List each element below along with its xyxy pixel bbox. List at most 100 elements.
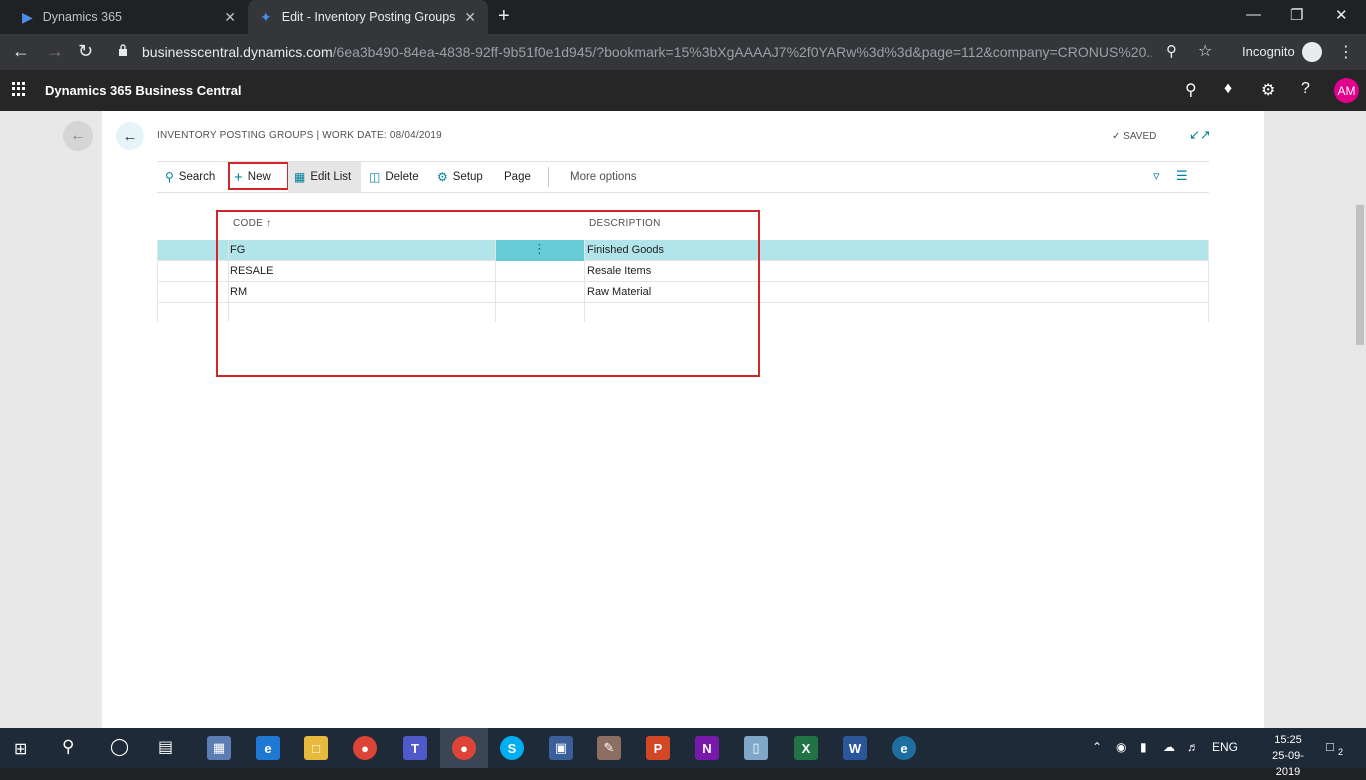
volume-icon[interactable]: ♬ — [1187, 740, 1199, 754]
filter-icon[interactable]: ▿ — [1153, 168, 1160, 184]
teams-icon[interactable]: T — [403, 736, 427, 760]
word-icon[interactable]: W — [843, 736, 867, 760]
action-bar: ⚲ Search + New ▦ Edit List ◫ Delete ⚙ Setup P… — [157, 161, 1209, 193]
search-icon[interactable]: ⚲ — [1185, 80, 1197, 100]
search-action[interactable]: ⚲ Search — [165, 162, 215, 192]
help-icon[interactable]: ? — [1301, 80, 1310, 98]
setup-label: Setup — [452, 171, 483, 183]
search-icon: ⚲ — [165, 170, 174, 184]
wifi-icon[interactable]: ◉ — [1116, 740, 1126, 754]
page-menu[interactable]: Page — [504, 162, 531, 192]
close-window-icon[interactable]: ✕ — [1335, 6, 1348, 24]
edit-list-icon: ▦ — [294, 170, 306, 184]
onenote-icon[interactable]: N — [695, 736, 719, 760]
action-center-icon[interactable]: □ — [1326, 739, 1334, 754]
setup-gears-icon: ⚙ — [437, 170, 448, 184]
setup-menu[interactable]: ⚙ Setup — [437, 162, 483, 192]
app-bar: Dynamics 365 Business Central ⚲ ♦ ⚙ ? AM — [0, 70, 1366, 111]
action-separator — [548, 167, 549, 187]
business-central-logo-icon: ✦ — [260, 8, 272, 25]
settings-gear-icon[interactable]: ⚙ — [1261, 80, 1275, 100]
zoom-search-icon[interactable]: ⚲ — [1166, 42, 1177, 60]
collapse-icon[interactable]: ↙↗ — [1189, 127, 1211, 143]
chrome-icon[interactable]: ● — [353, 736, 377, 760]
incognito-icon[interactable] — [1302, 42, 1322, 62]
reload-icon[interactable]: ↻ — [78, 41, 93, 62]
more-options-button[interactable]: More options — [570, 162, 636, 192]
browser-toolbar: ← → ↻ businesscentral.dynamics.com/6ea3b… — [0, 34, 1366, 70]
restore-icon[interactable]: ❐ — [1290, 6, 1303, 24]
page-scroll-thumb[interactable] — [1356, 205, 1364, 345]
user-avatar[interactable]: AM — [1334, 78, 1359, 103]
show-hidden-icons-icon[interactable]: ⌃ — [1092, 740, 1102, 754]
excel-icon[interactable]: X — [794, 736, 818, 760]
saved-status: ✓ SAVED — [1112, 131, 1156, 142]
clock-date: 25-09-2019 — [1272, 750, 1304, 778]
clock-time: 15:25 — [1274, 734, 1302, 746]
back-button-icon[interactable]: ← — [116, 122, 144, 150]
battery-icon[interactable]: ▮ — [1140, 740, 1147, 754]
forward-arrow-icon[interactable]: → — [46, 41, 64, 62]
browser-tab-inventory[interactable]: ✦ Edit - Inventory Posting Groups - ✕ — [248, 0, 488, 34]
page-scrollbar[interactable] — [1354, 111, 1366, 728]
paint-icon[interactable]: ✎ — [597, 736, 621, 760]
close-tab-icon[interactable]: ✕ — [224, 9, 236, 26]
grid-highlight-box — [216, 210, 760, 377]
edit-list-button[interactable]: ▦ Edit List — [288, 162, 362, 192]
url-path: /6ea3b490-84ea-4838-92ff-9b51f0e1d945/?b… — [332, 44, 1152, 60]
checkmark-icon: ✓ — [1112, 131, 1124, 142]
notifications-bell-icon[interactable]: ♦ — [1224, 80, 1232, 98]
onedrive-icon[interactable]: ☁ — [1163, 740, 1175, 754]
remote-desktop-icon[interactable]: ▦ — [207, 736, 231, 760]
minimize-icon[interactable]: — — [1246, 6, 1261, 23]
url-host: businesscentral.dynamics.com — [142, 44, 333, 60]
task-view-icon[interactable]: ▤ — [158, 737, 173, 757]
app-launcher-icon[interactable] — [12, 82, 26, 96]
powerpoint-icon[interactable]: P — [646, 736, 670, 760]
edit-list-label: Edit List — [310, 171, 352, 183]
windows-taskbar: ⊞ ⚲ ◯ ▤ ▦ e □ ● T ● S ▣ ✎ P N ▯ X W e ⌃ … — [0, 728, 1366, 778]
grid-divider — [157, 240, 158, 322]
trash-icon: ◫ — [369, 170, 381, 184]
windows-start-icon[interactable]: ⊞ — [14, 739, 27, 759]
more-options-label: More options — [570, 171, 637, 183]
chrome-menu-icon[interactable]: ⋮ — [1338, 42, 1354, 62]
delete-button[interactable]: ◫ Delete — [369, 162, 419, 192]
notification-count: 2 — [1338, 747, 1344, 757]
browser-tab-title: Edit - Inventory Posting Groups - — [281, 10, 457, 24]
language-indicator[interactable]: ENG — [1212, 740, 1238, 754]
list-page-card: ← INVENTORY POSTING GROUPS | WORK DATE: … — [102, 111, 1264, 728]
edge-browser-icon[interactable]: e — [256, 736, 280, 760]
grid-divider — [1208, 240, 1209, 322]
new-highlight-box — [228, 162, 289, 190]
app-title[interactable]: Dynamics 365 Business Central — [45, 83, 242, 98]
url-text: businesscentral.dynamics.com/6ea3b490-84… — [142, 44, 1152, 60]
saved-label: SAVED — [1123, 131, 1157, 142]
page-menu-label: Page — [504, 171, 531, 183]
new-tab-icon[interactable]: + — [498, 5, 510, 28]
address-bar[interactable]: businesscentral.dynamics.com/6ea3b490-84… — [108, 38, 1224, 66]
outer-back-button-icon[interactable]: ← — [63, 121, 93, 151]
system-clock[interactable]: 15:25 25-09-2019 — [1262, 732, 1314, 780]
taskbar-search-icon[interactable]: ⚲ — [62, 737, 74, 757]
bookmark-star-icon[interactable]: ☆ — [1198, 41, 1212, 61]
back-arrow-icon[interactable]: ← — [12, 41, 30, 62]
browser-tab-dynamics[interactable]: ▶ Dynamics 365 ✕ — [8, 0, 248, 34]
page-caption: INVENTORY POSTING GROUPS | WORK DATE: 08… — [157, 130, 442, 141]
skype-icon[interactable]: S — [500, 736, 524, 760]
dynamics-logo-icon: ▶ — [22, 8, 33, 25]
browser-tab-strip: ▶ Dynamics 365 ✕ ✦ Edit - Inventory Post… — [0, 0, 1366, 34]
lock-icon — [119, 44, 127, 56]
browser-tab-title: Dynamics 365 — [42, 10, 122, 24]
dev-tool-icon[interactable]: e — [892, 736, 916, 760]
network-tool-icon[interactable]: ▣ — [549, 736, 573, 760]
file-explorer-icon[interactable]: □ — [304, 736, 328, 760]
delete-label: Delete — [385, 171, 419, 183]
chrome-active-icon[interactable]: ● — [452, 736, 476, 760]
notes-icon[interactable]: ▯ — [744, 736, 768, 760]
list-view-icon[interactable]: ☰ — [1176, 168, 1188, 184]
incognito-label: Incognito — [1242, 44, 1295, 59]
search-action-label: Search — [178, 171, 216, 183]
cortana-icon[interactable]: ◯ — [110, 737, 129, 757]
close-tab-icon[interactable]: ✕ — [464, 9, 476, 26]
